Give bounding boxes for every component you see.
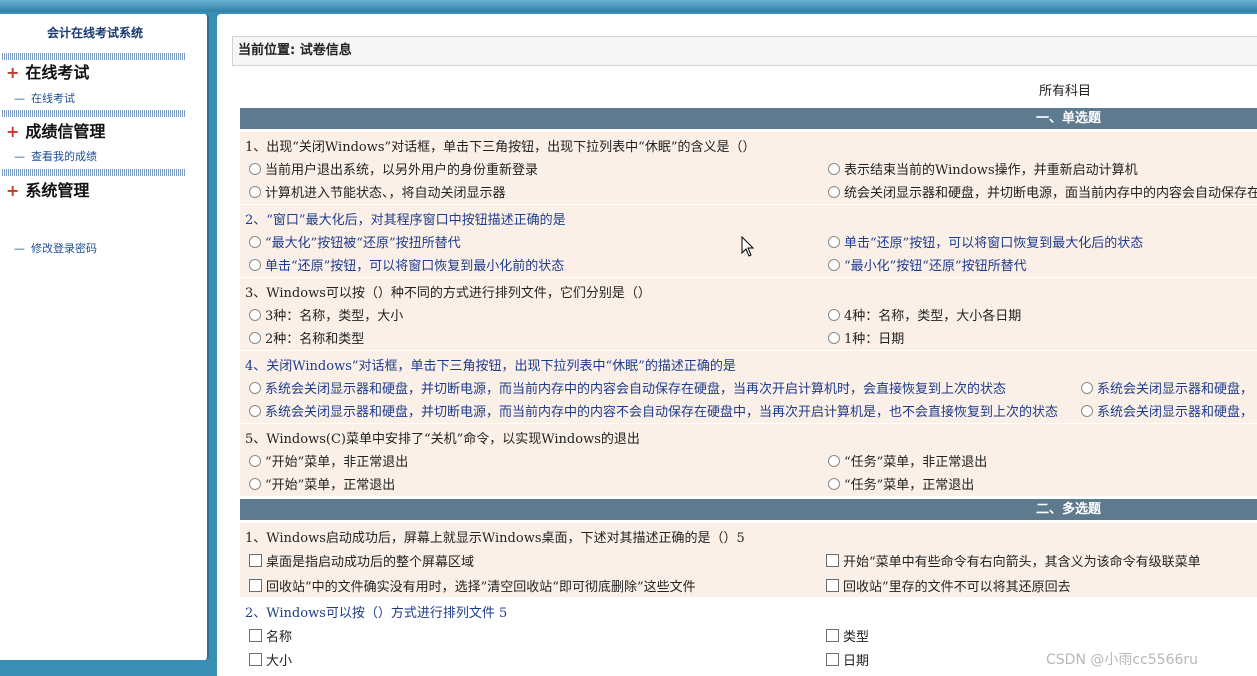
system-title: 会计在线考试系统	[46, 26, 143, 40]
radio-icon	[249, 332, 261, 344]
radio-option[interactable]: 统会关闭显示器和硬盘，并切断电源，面当前内存中的内容会自动保存在	[828, 182, 1257, 201]
checkbox-icon	[826, 579, 839, 592]
question-block: 1、Windows启动成功后，屏幕上就显示Windows桌面，下述对其描述正确的…	[240, 523, 1257, 597]
question-text: 5、Windows(C)菜单中安排了“关机”命令，以实现Windows的退出	[245, 432, 640, 447]
radio-icon	[249, 478, 261, 490]
question-text: 3、Windows可以按（）种不同的方式进行排列文件，它们分别是（）	[245, 286, 651, 301]
question-block: 1、出现“关闭Windows”对话框，单击下三角按钮，出现下拉列表中“休眠”的含…	[240, 132, 1257, 204]
radio-icon	[828, 236, 840, 248]
dash-icon: —	[14, 242, 25, 255]
radio-icon	[249, 163, 261, 175]
radio-option[interactable]: 1种：日期	[828, 328, 904, 347]
checkbox-icon	[249, 554, 262, 567]
question-block: 3、Windows可以按（）种不同的方式进行排列文件，它们分别是（） 3种：名称…	[240, 278, 1257, 350]
checkbox-option[interactable]: 日期	[826, 650, 869, 669]
plus-icon: +	[6, 122, 20, 141]
subject-label: 所有科目	[1039, 84, 1092, 99]
question-block: 5、Windows(C)菜单中安排了“关机”命令，以实现Windows的退出 “…	[240, 424, 1257, 496]
radio-option[interactable]: “最大化”按钮被“还原”按扭所替代	[249, 232, 461, 251]
radio-option[interactable]: “最小化”按钮“还原”按钮所替代	[828, 255, 1027, 274]
radio-option[interactable]: 系统会关闭显示器和硬盘，并切断电源，而当前内存中的内容不会自动保存在硬盘中，当再…	[249, 401, 1058, 420]
checkbox-option[interactable]: 回收站”里存的文件不可以将其还原回去	[826, 576, 1071, 595]
radio-icon	[249, 405, 261, 417]
radio-icon	[249, 259, 261, 271]
radio-icon	[828, 478, 840, 490]
radio-option[interactable]: “开始”菜单，正常退出	[249, 474, 395, 493]
radio-option[interactable]: “任务”菜单，正常退出	[828, 474, 974, 493]
section-header-multi: 二、多选题	[240, 499, 1257, 520]
dash-icon: —	[14, 150, 25, 163]
sidebar-group-online-exam[interactable]: + 在线考试	[6, 62, 89, 84]
radio-option[interactable]: “任务”菜单，非正常退出	[828, 451, 987, 470]
radio-option[interactable]: 4种：名称，类型，大小各日期	[828, 305, 1021, 324]
radio-icon	[249, 455, 261, 467]
sidebar: 会计在线考试系统 + 在线考试 — 在线考试 + 成绩信管理 — 查看我的成绩 + 系统管…	[0, 14, 209, 660]
radio-option[interactable]: 计算机进入节能状态、，将自动关闭显示器	[249, 182, 506, 201]
radio-icon	[1081, 382, 1093, 394]
radio-icon	[249, 186, 261, 198]
radio-option[interactable]: 系统会关闭显示器和硬盘，并切断电源，而当前内存中的内容会自动保存在硬盘，当再次开…	[249, 378, 1006, 397]
question-text: 4、关闭Windows”对话框，单击下三角按钮，出现下拉列表中“休眠”的描述正确…	[245, 359, 736, 374]
checkbox-icon	[826, 554, 839, 567]
plus-icon: +	[6, 181, 20, 200]
radio-icon	[828, 455, 840, 467]
sidebar-group-grades[interactable]: + 成绩信管理	[6, 121, 105, 143]
radio-option[interactable]: 3种：名称，类型，大小	[249, 305, 403, 324]
checkbox-option[interactable]: 桌面是指启动成功后的整个屏幕区域	[249, 551, 474, 570]
radio-option[interactable]: 单击“还原”按钮，可以将窗口恢复到最大化后的状态	[828, 232, 1143, 251]
divider	[2, 169, 186, 176]
checkbox-icon	[826, 653, 839, 666]
divider	[2, 53, 186, 60]
question-text: 1、出现“关闭Windows”对话框，单击下三角按钮，出现下拉列表中“休眠”的含…	[245, 140, 756, 155]
radio-icon	[828, 309, 840, 321]
radio-icon	[249, 236, 261, 248]
watermark: CSDN @小雨cc5566ru	[1046, 652, 1199, 668]
plus-icon: +	[6, 63, 20, 82]
mouse-cursor-icon	[741, 236, 755, 257]
checkbox-option[interactable]: 回收站”中的文件确实没有用时，选择”清空回收站“即可彻底删除”这些文件	[249, 576, 696, 595]
checkbox-option[interactable]: 类型	[826, 626, 869, 645]
checkbox-icon	[249, 629, 262, 642]
radio-icon	[1081, 405, 1093, 417]
radio-option[interactable]: “开始”菜单，非正常退出	[249, 451, 408, 470]
checkbox-option[interactable]: 开始“菜单中有些命令有右向箭头，其含义为该命令有级联菜单	[826, 551, 1201, 570]
question-block: 4、关闭Windows”对话框，单击下三角按钮，出现下拉列表中“休眠”的描述正确…	[240, 351, 1257, 423]
sidebar-link-change-password[interactable]: — 修改登录密码	[14, 241, 97, 257]
radio-icon	[828, 163, 840, 175]
sidebar-link-my-grades[interactable]: — 查看我的成绩	[14, 149, 97, 165]
top-banner	[0, 0, 1257, 12]
checkbox-icon	[826, 629, 839, 642]
radio-option[interactable]: 当前用户退出系统，以另外用户的身份重新登录	[249, 159, 538, 178]
breadcrumb: 当前位置: 试卷信息	[232, 36, 1257, 66]
checkbox-icon	[249, 579, 262, 592]
question-text: 2、Windows可以按（）方式进行排列文件 5	[245, 606, 508, 621]
radio-option[interactable]: 单击“还原”按钮，可以将窗口恢复到最小化前的状态	[249, 255, 564, 274]
checkbox-option[interactable]: 名称	[249, 626, 292, 645]
radio-icon	[828, 332, 840, 344]
radio-option[interactable]: 系统会关闭显示器和硬盘，	[1081, 401, 1253, 420]
divider	[2, 110, 186, 117]
radio-icon	[249, 309, 261, 321]
checkbox-option[interactable]: 大小	[249, 650, 292, 669]
radio-option[interactable]: 表示结束当前的Windows操作，并重新启动计算机	[828, 159, 1138, 178]
radio-icon	[828, 259, 840, 271]
dash-icon: —	[14, 92, 25, 105]
radio-icon	[828, 186, 840, 198]
radio-option[interactable]: 2种：名称和类型	[249, 328, 364, 347]
question-text: 1、Windows启动成功后，屏幕上就显示Windows桌面，下述对其描述正确的…	[245, 531, 745, 546]
sidebar-group-system[interactable]: + 系统管理	[6, 180, 89, 202]
radio-icon	[249, 382, 261, 394]
radio-option[interactable]: 系统会关闭显示器和硬盘，	[1081, 378, 1253, 397]
question-text: 2、“窗口”最大化后，对其程序窗口中按钮描述正确的是	[245, 213, 566, 228]
section-header-single: 一、单选题	[240, 108, 1257, 129]
checkbox-icon	[249, 653, 262, 666]
main-panel: 当前位置: 试卷信息 所有科目 一、单选题 1、出现“关闭Windows”对话框…	[217, 14, 1257, 676]
sidebar-link-online-exam[interactable]: — 在线考试	[14, 91, 75, 107]
